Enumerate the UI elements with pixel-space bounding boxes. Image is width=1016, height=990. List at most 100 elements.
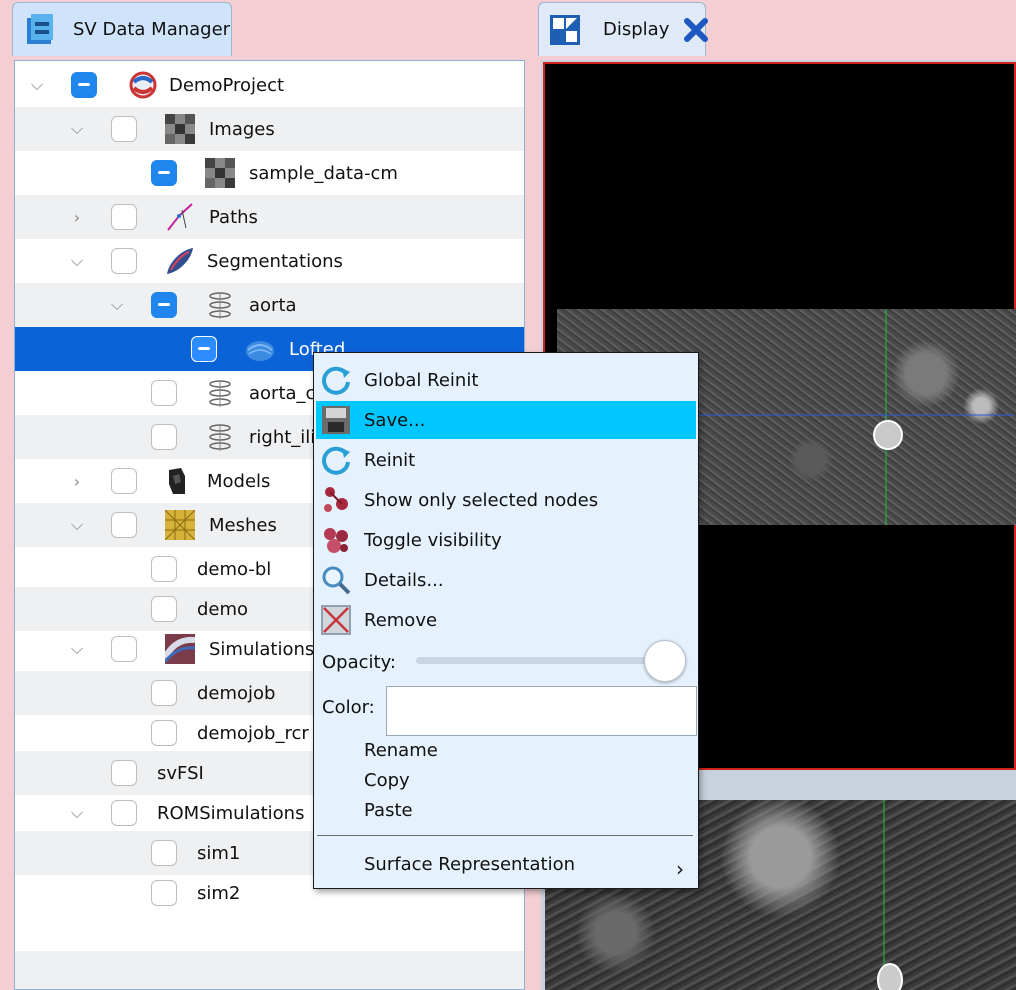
menu-item-show-only-selected[interactable]: Show only selected nodes (316, 481, 696, 519)
checkbox[interactable] (151, 424, 177, 450)
menu-item-toggle-visibility[interactable]: Toggle visibility (316, 521, 696, 559)
tab-label: Display (603, 19, 670, 40)
tree-label: aorta (249, 294, 297, 316)
chevron-right-icon[interactable]: › (67, 471, 87, 491)
contour-group-icon (209, 380, 231, 407)
menu-label: Show only selected nodes (364, 489, 599, 511)
model-icon (169, 468, 185, 494)
menu-label: Details... (364, 569, 444, 591)
tab-display[interactable]: Display (538, 2, 709, 56)
checkbox[interactable] (151, 680, 177, 706)
checkbox[interactable] (71, 72, 97, 98)
tree-row-segmentations[interactable]: ⌵ Segmentations (15, 239, 524, 283)
checkbox[interactable] (151, 556, 177, 582)
checkbox[interactable] (151, 840, 177, 866)
tab-sv-data-manager[interactable]: SV Data Manager (12, 2, 232, 56)
tree-row-images[interactable]: ⌵ Images (15, 107, 524, 151)
chevron-down-icon[interactable]: ⌵ (27, 75, 47, 95)
tree-label: Paths (209, 206, 258, 228)
menu-label: Save... (364, 409, 426, 431)
menu-label: Toggle visibility (364, 529, 502, 551)
tree-row-demoproject[interactable]: ⌵ DemoProject (15, 63, 524, 107)
tree-label: demojob (197, 682, 276, 704)
menu-label: Global Reinit (364, 369, 479, 391)
color-label: Color: (322, 697, 375, 718)
checkbox[interactable] (111, 248, 137, 274)
opacity-slider-handle[interactable] (644, 640, 686, 682)
menu-item-remove[interactable]: Remove (316, 601, 696, 639)
tree-label: Meshes (209, 514, 277, 536)
menu-item-surface-representation[interactable]: Surface Representation (364, 854, 575, 875)
tree-empty-row (15, 951, 524, 989)
image-icon (205, 158, 235, 188)
save-icon (322, 406, 350, 434)
refresh-icon (322, 366, 350, 395)
close-icon[interactable] (683, 17, 709, 43)
checkbox[interactable] (111, 636, 137, 662)
magnifier-icon (322, 566, 351, 595)
contour-group-icon (209, 424, 231, 451)
menu-separator (317, 835, 693, 836)
checkbox[interactable] (111, 760, 137, 786)
tree-label: sample_data-cm (249, 162, 398, 184)
checkbox[interactable] (111, 512, 137, 538)
tree-label: Images (209, 118, 275, 140)
project-icon (129, 71, 157, 99)
nodes-icon (324, 487, 348, 512)
visibility-icon (324, 528, 348, 553)
tree-label: Simulations (209, 638, 315, 660)
chevron-down-icon[interactable]: ⌵ (67, 515, 87, 535)
tree-label: DemoProject (169, 74, 285, 96)
menu-item-global-reinit[interactable]: Global Reinit (316, 361, 696, 399)
tree-row-aorta[interactable]: ⌵ aorta (15, 283, 524, 327)
segmentation-icon (167, 248, 193, 274)
checkbox[interactable] (151, 880, 177, 906)
chevron-down-icon[interactable]: ⌵ (107, 295, 127, 315)
tree-label: demojob_rcr (197, 722, 309, 744)
lofted-surface-icon (246, 341, 274, 361)
checkbox[interactable] (151, 720, 177, 746)
opacity-slider[interactable] (416, 657, 676, 664)
checkbox[interactable] (191, 336, 217, 362)
chevron-down-icon[interactable]: ⌵ (67, 639, 87, 659)
remove-icon (321, 605, 351, 635)
context-menu: Global Reinit Save... Reinit Show only s… (313, 352, 699, 889)
menu-item-copy[interactable]: Copy (364, 770, 410, 791)
checkbox[interactable] (111, 468, 137, 494)
menu-label: Reinit (364, 449, 416, 471)
display-icon (549, 14, 581, 46)
checkbox[interactable] (151, 596, 177, 622)
tab-label: SV Data Manager (73, 19, 231, 40)
path-icon (167, 203, 193, 231)
tree-label: Segmentations (207, 250, 343, 272)
color-swatch-button[interactable] (386, 686, 697, 736)
chevron-down-icon[interactable]: ⌵ (67, 119, 87, 139)
vessel-contour (873, 420, 903, 450)
menu-item-save[interactable]: Save... (316, 401, 696, 439)
menu-item-rename[interactable]: Rename (364, 740, 438, 761)
opacity-label: Opacity: (322, 652, 396, 673)
data-manager-icon (23, 12, 59, 48)
chevron-down-icon[interactable]: ⌵ (67, 251, 87, 271)
checkbox[interactable] (151, 292, 177, 318)
tree-label: ROMSimulations (157, 802, 305, 824)
refresh-icon (322, 446, 350, 475)
checkbox[interactable] (151, 160, 177, 186)
checkbox[interactable] (151, 380, 177, 406)
menu-label: Remove (364, 609, 438, 631)
chevron-right-icon[interactable]: › (67, 207, 87, 227)
tree-label: demo-bl (197, 558, 272, 580)
tree-label: sim1 (197, 842, 241, 864)
menu-item-reinit[interactable]: Reinit (316, 441, 696, 479)
checkbox[interactable] (111, 204, 137, 230)
tree-label: Models (207, 470, 271, 492)
tree-row-paths[interactable]: › Paths (15, 195, 524, 239)
image-icon (165, 114, 195, 144)
checkbox[interactable] (111, 800, 137, 826)
chevron-down-icon[interactable]: ⌵ (67, 803, 87, 823)
checkbox[interactable] (111, 116, 137, 142)
tree-label: svFSI (157, 762, 204, 784)
menu-item-paste[interactable]: Paste (364, 800, 413, 821)
menu-item-details[interactable]: Details... (316, 561, 696, 599)
tree-row-sample-data-cm[interactable]: sample_data-cm (15, 151, 524, 195)
